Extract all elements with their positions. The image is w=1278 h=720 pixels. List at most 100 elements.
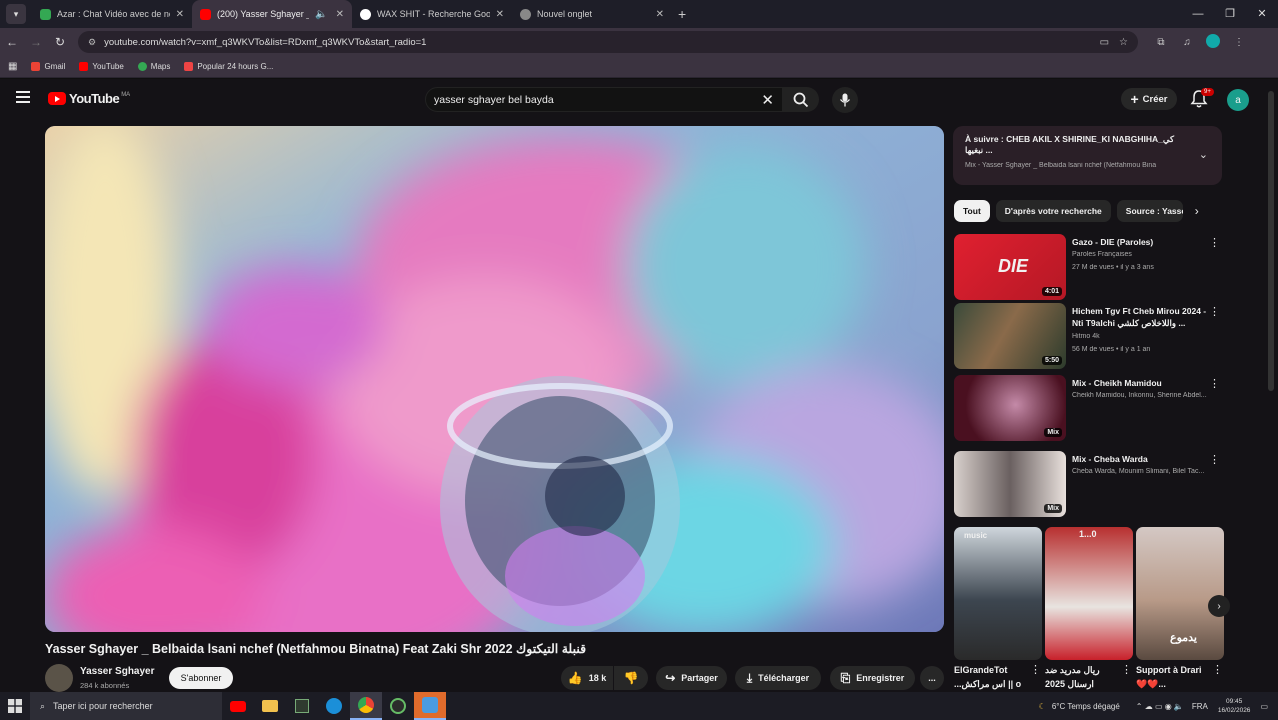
google-favicon-icon xyxy=(360,8,371,20)
taskbar-app-icon[interactable] xyxy=(414,692,446,720)
more-vertical-icon[interactable]: ⋮ xyxy=(1209,453,1220,466)
chevron-right-icon[interactable]: › xyxy=(1208,595,1230,617)
chip-search[interactable]: D'après votre recherche xyxy=(995,200,1111,222)
up-next-panel[interactable]: À suivre : CHEB AKIL X SHIRINE_KI NABGHI… xyxy=(953,126,1222,185)
browser-tab-strip: ▾ Azar : Chat Vidéo avec de nou ✕ (200) … xyxy=(0,0,1278,28)
bookmark-youtube[interactable]: YouTube xyxy=(79,62,124,71)
download-button[interactable]: ⤓ Télécharger xyxy=(735,666,821,690)
close-tab-icon[interactable]: ✕ xyxy=(656,9,664,20)
close-tab-icon[interactable]: ✕ xyxy=(176,9,184,20)
bookmark-popular[interactable]: Popular 24 hours G... xyxy=(184,62,273,71)
channel-avatar[interactable] xyxy=(45,664,73,692)
list-item[interactable]: Mix Mix - Cheba Warda Cheba Warda, Mouni… xyxy=(954,451,1224,517)
extensions-icon[interactable]: ⧉ xyxy=(1148,37,1174,48)
search-button[interactable] xyxy=(783,87,819,112)
like-button[interactable]: 👍 18 k xyxy=(561,666,613,690)
tab-search-button[interactable]: ▾ xyxy=(6,4,26,24)
short-thumbnail[interactable]: music xyxy=(954,527,1042,660)
media-icon[interactable]: ♫ xyxy=(1174,37,1200,48)
duration-badge: 4:01 xyxy=(1041,287,1062,296)
more-vertical-icon[interactable]: ⋮ xyxy=(1209,377,1220,390)
back-icon[interactable]: ← xyxy=(0,35,24,49)
taskbar-explorer-icon[interactable] xyxy=(254,692,286,720)
save-button[interactable]: ⎘ Enregistrer xyxy=(830,666,915,690)
weather-text[interactable]: 6°C Temps dégagé xyxy=(1052,702,1120,711)
thumbnail-text: DIE xyxy=(998,256,1029,276)
address-bar[interactable]: ⚙ youtube.com/watch?v=xmf_q3WKVTo&list=R… xyxy=(78,31,1138,53)
more-vertical-icon[interactable]: ⋮ xyxy=(1209,305,1220,318)
windows-start-icon[interactable] xyxy=(0,699,30,713)
speaker-icon[interactable]: 🔈 xyxy=(315,9,327,20)
taskbar-edge-icon[interactable] xyxy=(318,692,350,720)
bookmark-label: Gmail xyxy=(44,62,66,71)
chip-source[interactable]: Source : Yasser xyxy=(1116,200,1183,222)
list-item[interactable]: Mix Mix - Cheikh Mamidou Cheikh Mamidou,… xyxy=(954,375,1224,441)
tab-youtube[interactable]: (200) Yasser Sghayer _ Belb 🔈 ✕ xyxy=(192,0,352,28)
page-scrollbar[interactable] xyxy=(1268,91,1274,391)
bookmark-gmail[interactable]: Gmail xyxy=(31,62,65,71)
create-button[interactable]: + Créer xyxy=(1121,88,1177,110)
more-actions-button[interactable]: ... xyxy=(920,666,944,690)
chrome-menu-icon[interactable]: ⋮ xyxy=(1226,37,1252,48)
close-tab-icon[interactable]: ✕ xyxy=(336,9,344,20)
apps-grid-icon[interactable]: ▦ xyxy=(8,61,17,72)
close-tab-icon[interactable]: ✕ xyxy=(496,9,504,20)
short-caption[interactable]: Support à Drari ❤️❤️... xyxy=(1136,663,1208,691)
search-input[interactable]: yasser sghayer bel bayda ✕ xyxy=(425,87,783,112)
reload-icon[interactable]: ↻ xyxy=(48,35,72,49)
more-vertical-icon[interactable]: ⋮ xyxy=(1030,663,1041,676)
voice-search-button[interactable] xyxy=(832,87,858,113)
more-vertical-icon[interactable]: ⋮ xyxy=(1121,663,1132,676)
share-label: Partager xyxy=(681,673,718,683)
youtube-logo[interactable]: YouTube MA xyxy=(48,91,130,106)
short-thumbnail[interactable]: يدموع xyxy=(1136,527,1224,660)
notification-center-icon[interactable]: ▭ xyxy=(1260,702,1268,711)
site-info-icon[interactable]: ⚙ xyxy=(88,37,96,48)
save-label: Enregistrer xyxy=(856,673,905,683)
dislike-button[interactable]: 👎 xyxy=(614,666,648,690)
tab-google[interactable]: WAX SHIT - Recherche Google ✕ xyxy=(352,0,512,28)
tray-icons[interactable]: ⌃ ☁ ▭ ◉ 🔈 xyxy=(1136,702,1184,711)
short-thumbnail[interactable]: 1...0 xyxy=(1045,527,1133,660)
close-window-icon[interactable]: ✕ xyxy=(1246,0,1278,28)
new-tab-icon[interactable]: + xyxy=(678,6,686,22)
minimize-icon[interactable]: — xyxy=(1182,0,1214,28)
taskbar-clock[interactable]: 09:45 16/02/2026 xyxy=(1218,697,1251,715)
list-item[interactable]: DIE 4:01 Gazo - DIE (Paroles) Paroles Fr… xyxy=(954,234,1224,300)
subscribe-button[interactable]: S'abonner xyxy=(169,667,233,689)
short-caption[interactable]: ElGrandeTot ...اس مراكش || o xyxy=(954,663,1026,691)
profile-icon[interactable] xyxy=(1200,33,1226,51)
clear-search-icon[interactable]: ✕ xyxy=(761,91,774,109)
cast-icon[interactable]: ▭ xyxy=(1100,37,1109,48)
taskbar-chrome-icon[interactable] xyxy=(350,692,382,720)
recommendation-channel: Hitmo 4k xyxy=(1072,333,1100,340)
taskbar-search-input[interactable]: ⌕ Taper ici pour rechercher xyxy=(30,692,222,720)
bookmark-maps[interactable]: Maps xyxy=(137,62,170,71)
list-item[interactable]: 5:50 Hichem Tgv Ft Cheb Mirou 2024 - Nti… xyxy=(954,303,1224,369)
thumbs-down-icon: 👎 xyxy=(623,671,639,685)
bookmarks-bar: ▦ Gmail YouTube Maps Popular 24 hours G.… xyxy=(0,56,1278,78)
windows-taskbar: ⌕ Taper ici pour rechercher ☾ 6°C Temps … xyxy=(0,692,1278,720)
tab-title: WAX SHIT - Recherche Google xyxy=(377,9,490,19)
hamburger-menu-icon[interactable] xyxy=(16,91,30,103)
video-player[interactable] xyxy=(45,126,944,632)
short-caption[interactable]: ريال مدريد ضد ارسنال 2025 xyxy=(1045,663,1117,691)
language-indicator[interactable]: FRA xyxy=(1192,702,1208,711)
taskbar-youtube-icon[interactable] xyxy=(222,692,254,720)
chevron-down-icon[interactable]: ⌄ xyxy=(1199,148,1208,161)
taskbar-app-icon[interactable] xyxy=(286,692,318,720)
restore-icon[interactable]: ❐ xyxy=(1214,0,1246,28)
account-avatar[interactable]: a xyxy=(1227,89,1249,111)
share-button[interactable]: ↪ Partager xyxy=(656,666,727,690)
recommendation-title: Gazo - DIE (Paroles) xyxy=(1072,237,1154,247)
chevron-right-icon[interactable]: › xyxy=(1195,204,1199,218)
forward-icon[interactable]: → xyxy=(24,35,48,49)
more-vertical-icon[interactable]: ⋮ xyxy=(1212,663,1223,676)
tab-azar[interactable]: Azar : Chat Vidéo avec de nou ✕ xyxy=(32,0,192,28)
chip-all[interactable]: Tout xyxy=(954,200,990,222)
tab-new[interactable]: Nouvel onglet ✕ xyxy=(512,0,672,28)
bookmark-star-icon[interactable]: ☆ xyxy=(1119,37,1128,48)
channel-name[interactable]: Yasser Sghayer xyxy=(80,666,155,677)
taskbar-app-icon[interactable] xyxy=(382,692,414,720)
more-vertical-icon[interactable]: ⋮ xyxy=(1209,236,1220,249)
